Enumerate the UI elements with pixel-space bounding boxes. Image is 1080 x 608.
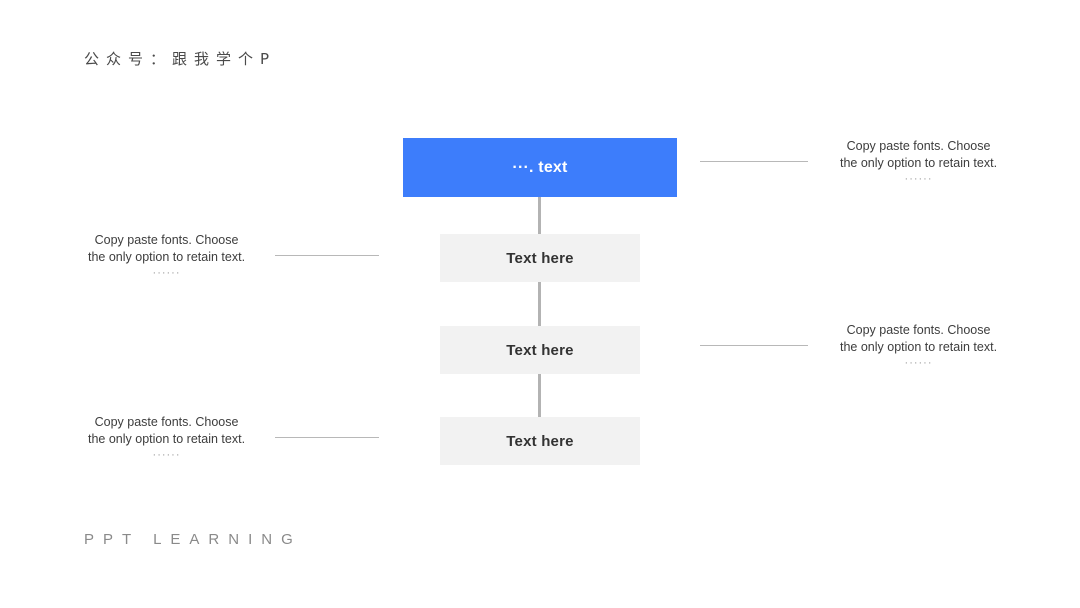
slide-canvas: 公众号：跟我学个P ···. text Text here Text here … <box>0 0 1080 608</box>
callout-text-block: Copy paste fonts. Choose the only option… <box>88 414 245 461</box>
flow-node-secondary-1[interactable]: Text here <box>440 234 640 282</box>
callout-ellipsis: ······ <box>152 449 181 461</box>
leader-line-icon <box>275 255 380 256</box>
callout-line-1: Copy paste fonts. Choose <box>846 323 991 337</box>
callout-right-middle: Copy paste fonts. Choose the only option… <box>700 322 997 369</box>
callout-right-top: Copy paste fonts. Choose the only option… <box>700 138 997 185</box>
callout-text-block: Copy paste fonts. Choose the only option… <box>840 138 997 185</box>
flow-connector-3 <box>538 374 541 417</box>
callout-left-upper: Copy paste fonts. Choose the only option… <box>88 232 380 279</box>
footer-brand: PPT LEARNING <box>84 531 302 548</box>
flow-node-label: Text here <box>506 249 574 267</box>
flow-node-primary[interactable]: ···. text <box>403 138 677 197</box>
callout-line-2: the only option to retain text. <box>88 250 246 264</box>
flow-node-secondary-3[interactable]: Text here <box>440 417 640 465</box>
callout-line-1: Copy paste fonts. Choose <box>94 415 239 429</box>
callout-line-1: Copy paste fonts. Choose <box>846 139 991 153</box>
leader-line-icon <box>700 345 808 346</box>
callout-ellipsis: ······ <box>904 357 933 369</box>
callout-left-lower: Copy paste fonts. Choose the only option… <box>88 414 380 461</box>
leader-line-icon <box>700 161 808 162</box>
callout-line-1: Copy paste fonts. Choose <box>94 233 239 247</box>
leader-line-icon <box>275 437 380 438</box>
callout-line-2: the only option to retain text. <box>840 340 998 354</box>
callout-ellipsis: ······ <box>904 173 933 185</box>
flow-connector-2 <box>538 282 541 326</box>
flow-node-label: Text here <box>506 341 574 359</box>
callout-text-block: Copy paste fonts. Choose the only option… <box>88 232 245 279</box>
flow-node-label: ···. text <box>512 158 568 176</box>
flow-connector-1 <box>538 197 541 234</box>
flow-node-label: Text here <box>506 432 574 450</box>
flow-diagram: ···. text Text here Text here Text here <box>0 0 1080 608</box>
callout-text-block: Copy paste fonts. Choose the only option… <box>840 322 997 369</box>
callout-line-2: the only option to retain text. <box>88 432 246 446</box>
callout-line-2: the only option to retain text. <box>840 156 998 170</box>
callout-ellipsis: ······ <box>152 267 181 279</box>
flow-node-secondary-2[interactable]: Text here <box>440 326 640 374</box>
